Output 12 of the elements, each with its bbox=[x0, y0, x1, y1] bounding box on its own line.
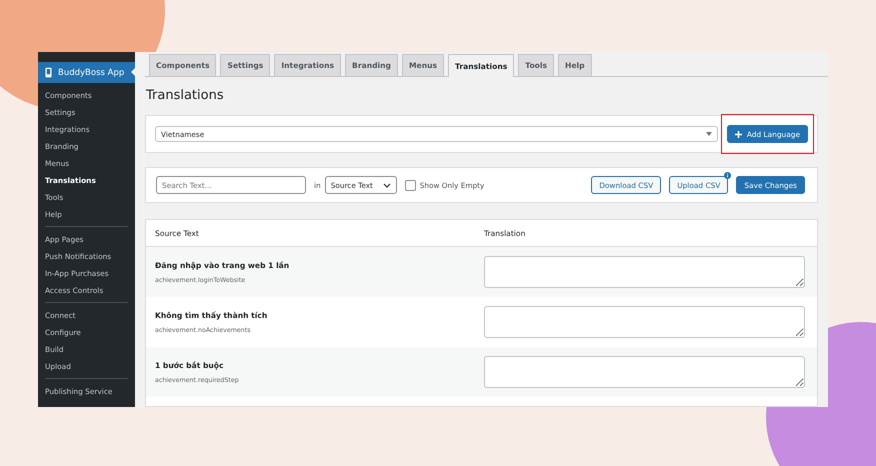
translation-field[interactable] bbox=[484, 356, 805, 388]
plus-icon bbox=[734, 130, 742, 138]
checkbox[interactable] bbox=[404, 180, 416, 190]
sidebar-app-title: BuddyBoss App bbox=[58, 68, 124, 78]
chevron-icon bbox=[382, 182, 391, 188]
info-icon bbox=[724, 172, 732, 179]
page-title: Translations bbox=[146, 88, 225, 103]
translation-field[interactable] bbox=[484, 306, 805, 338]
phone-icon bbox=[45, 67, 52, 78]
translation-field[interactable] bbox=[484, 256, 805, 288]
caret-icon bbox=[706, 132, 712, 136]
sidebar-app-header[interactable]: BuddyBoss App bbox=[38, 62, 135, 83]
